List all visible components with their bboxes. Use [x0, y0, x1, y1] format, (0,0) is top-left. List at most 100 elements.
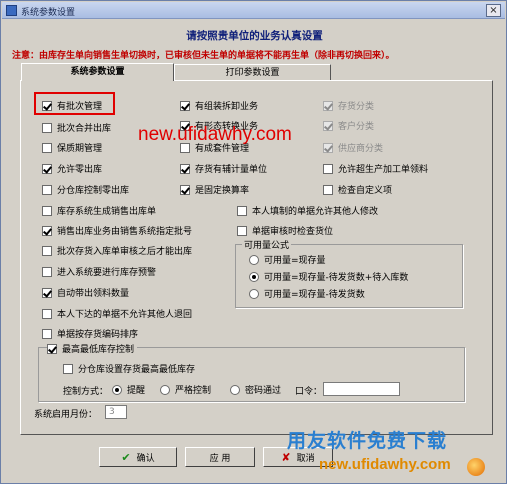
- checkbox-fixed-rate[interactable]: 是固定换算率: [180, 183, 249, 196]
- checkbox-label: 进入系统要进行库存预警: [57, 268, 157, 278]
- checkbox-label: 单据按存货编码排序: [57, 330, 139, 340]
- watermark-logo-icon: [467, 458, 485, 476]
- checkbox-label: 库存系统生成销售出库单: [57, 207, 157, 217]
- checkbox-box[interactable]: [42, 266, 52, 277]
- checkbox-label: 存货有辅计量单位: [195, 165, 268, 175]
- checkbox-box[interactable]: [323, 184, 333, 195]
- parameter-dialog: 系统参数设置 × 请按照贵单位的业务认真设置 注意：由库存生单向销售生单切换时，…: [0, 0, 507, 484]
- radio-label: 可用量=现存量-待发货数: [264, 290, 365, 300]
- checkbox-label: 批次合并出库: [57, 124, 112, 134]
- radio-dot[interactable]: [249, 254, 259, 265]
- radio-dot[interactable]: [249, 271, 259, 282]
- checkbox-check-custom-fields[interactable]: 检查自定义项: [323, 183, 392, 196]
- password-input[interactable]: [323, 382, 400, 396]
- checkbox-box[interactable]: [42, 287, 52, 298]
- checkbox-label: 本人下达的单据不允许其他人退回: [57, 310, 193, 320]
- checkbox-box[interactable]: [42, 308, 52, 319]
- checkbox-label: 有组装拆卸业务: [195, 102, 259, 112]
- checkbox-warehouse-zero-out[interactable]: 分仓库控制零出库: [42, 183, 129, 196]
- apply-button[interactable]: 应 用: [185, 447, 255, 467]
- app-icon: [6, 5, 17, 16]
- check-icon: ✔: [121, 450, 131, 464]
- radio-dot[interactable]: [230, 384, 240, 395]
- radio-dot[interactable]: [112, 384, 122, 395]
- checkbox-box: [323, 142, 333, 153]
- checkbox-box[interactable]: [63, 363, 73, 374]
- checkbox-label: 分仓库控制零出库: [57, 186, 130, 196]
- radio-dot[interactable]: [249, 288, 259, 299]
- checkbox-box[interactable]: [42, 245, 52, 256]
- highlight-box: [34, 92, 115, 115]
- confirm-button[interactable]: ✔ 确认: [99, 447, 177, 467]
- checkbox-box[interactable]: [42, 328, 52, 339]
- tab-print-params[interactable]: 打印参数设置: [174, 64, 331, 81]
- checkbox-label: 客户分类: [338, 122, 375, 132]
- radio-formula-2[interactable]: 可用量=现存量-待发货数+待入库数: [249, 270, 408, 283]
- checkbox-assembly[interactable]: 有组装拆卸业务: [180, 99, 258, 112]
- checkbox-no-return-by-others[interactable]: 本人下达的单据不允许其他人退回: [42, 307, 192, 320]
- checkbox-box[interactable]: [42, 225, 52, 236]
- tab-system-params[interactable]: 系统参数设置: [21, 63, 174, 81]
- checkbox-supplier-class: 供应商分类: [323, 141, 383, 154]
- radio-method-remind[interactable]: 提醒: [112, 383, 145, 396]
- checkbox-label: 分仓库设置存货最高最低库存: [78, 365, 196, 375]
- checkbox-auto-material-qty[interactable]: 自动带出领料数量: [42, 286, 129, 299]
- radio-label: 严格控制: [175, 386, 212, 396]
- watermark-url-top: new.ufidawhy.com: [138, 124, 292, 145]
- checkbox-label: 本人填制的单据允许其他人修改: [252, 207, 379, 217]
- page-heading: 请按照贵单位的业务认真设置: [186, 30, 323, 42]
- checkbox-batch-audit-out[interactable]: 批次存货入库单审核之后才能出库: [42, 244, 192, 257]
- watermark-brand: 用友软件免费下载: [287, 431, 448, 452]
- radio-method-password[interactable]: 密码通过: [230, 383, 281, 396]
- checkbox-customer-class: 客户分类: [323, 119, 374, 132]
- password-label: 口令：: [295, 387, 323, 397]
- checkbox-label: 最高最低库存控制: [62, 345, 135, 355]
- checkbox-shelf-life[interactable]: 保质期管理: [42, 141, 102, 154]
- radio-method-strict[interactable]: 严格控制: [160, 383, 211, 396]
- checkbox-sort-by-code[interactable]: 单据按存货编码排序: [42, 327, 138, 340]
- checkbox-warehouse-stock-limits[interactable]: 分仓库设置存货最高最低库存: [63, 362, 195, 375]
- checkbox-box[interactable]: [180, 100, 190, 111]
- checkbox-box[interactable]: [42, 142, 52, 153]
- title-bar[interactable]: 系统参数设置 ×: [2, 2, 505, 19]
- checkbox-box[interactable]: [42, 205, 52, 216]
- radio-label: 密码通过: [245, 386, 282, 396]
- checkbox-box[interactable]: [42, 163, 52, 174]
- checkbox-stock-control[interactable]: 最高最低库存控制: [47, 342, 138, 355]
- checkbox-inventory-class: 存货分类: [323, 99, 374, 112]
- checkbox-allow-zero-out[interactable]: 允许零出库: [42, 162, 102, 175]
- button-label: 确认: [136, 453, 155, 464]
- checkbox-sales-batch[interactable]: 销售出库业务由销售系统指定批号: [42, 224, 192, 237]
- window-title: 系统参数设置: [21, 8, 76, 18]
- checkbox-label: 检查自定义项: [338, 186, 393, 196]
- control-method-label: 控制方式：: [63, 387, 109, 397]
- close-button[interactable]: ×: [486, 4, 501, 17]
- checkbox-label: 允许超生产加工单领料: [338, 165, 429, 175]
- checkbox-check-location[interactable]: 单据审核时检查货位: [237, 224, 333, 237]
- available-qty-title: 可用量公式: [242, 238, 292, 251]
- checkbox-box[interactable]: [42, 184, 52, 195]
- radio-formula-1[interactable]: 可用量=现存量: [249, 253, 326, 266]
- checkbox-box[interactable]: [180, 163, 190, 174]
- checkbox-box[interactable]: [237, 225, 247, 236]
- checkbox-gen-sales-out[interactable]: 库存系统生成销售出库单: [42, 204, 156, 217]
- checkbox-box[interactable]: [180, 184, 190, 195]
- radio-formula-3[interactable]: 可用量=现存量-待发货数: [249, 287, 365, 300]
- checkbox-box[interactable]: [47, 343, 57, 354]
- checkbox-batch-merge[interactable]: 批次合并出库: [42, 121, 111, 134]
- checkbox-label: 批次存货入库单审核之后才能出库: [57, 247, 193, 257]
- checkbox-box[interactable]: [237, 205, 247, 216]
- checkbox-allow-others-edit[interactable]: 本人填制的单据允许其他人修改: [237, 204, 378, 217]
- checkbox-box[interactable]: [42, 122, 52, 133]
- checkbox-stock-warning[interactable]: 进入系统要进行库存预警: [42, 265, 156, 278]
- checkbox-label: 是固定换算率: [195, 186, 250, 196]
- checkbox-box: [323, 120, 333, 131]
- start-month-label: 系统启用月份：: [34, 410, 98, 420]
- radio-dot[interactable]: [160, 384, 170, 395]
- radio-label: 可用量=现存量-待发货数+待入库数: [264, 273, 409, 283]
- checkbox-aux-unit[interactable]: 存货有辅计量单位: [180, 162, 267, 175]
- checkbox-over-production-issue[interactable]: 允许超生产加工单领料: [323, 162, 428, 175]
- start-month-input[interactable]: 3: [105, 405, 127, 419]
- checkbox-label: 保质期管理: [57, 144, 103, 154]
- checkbox-box[interactable]: [323, 163, 333, 174]
